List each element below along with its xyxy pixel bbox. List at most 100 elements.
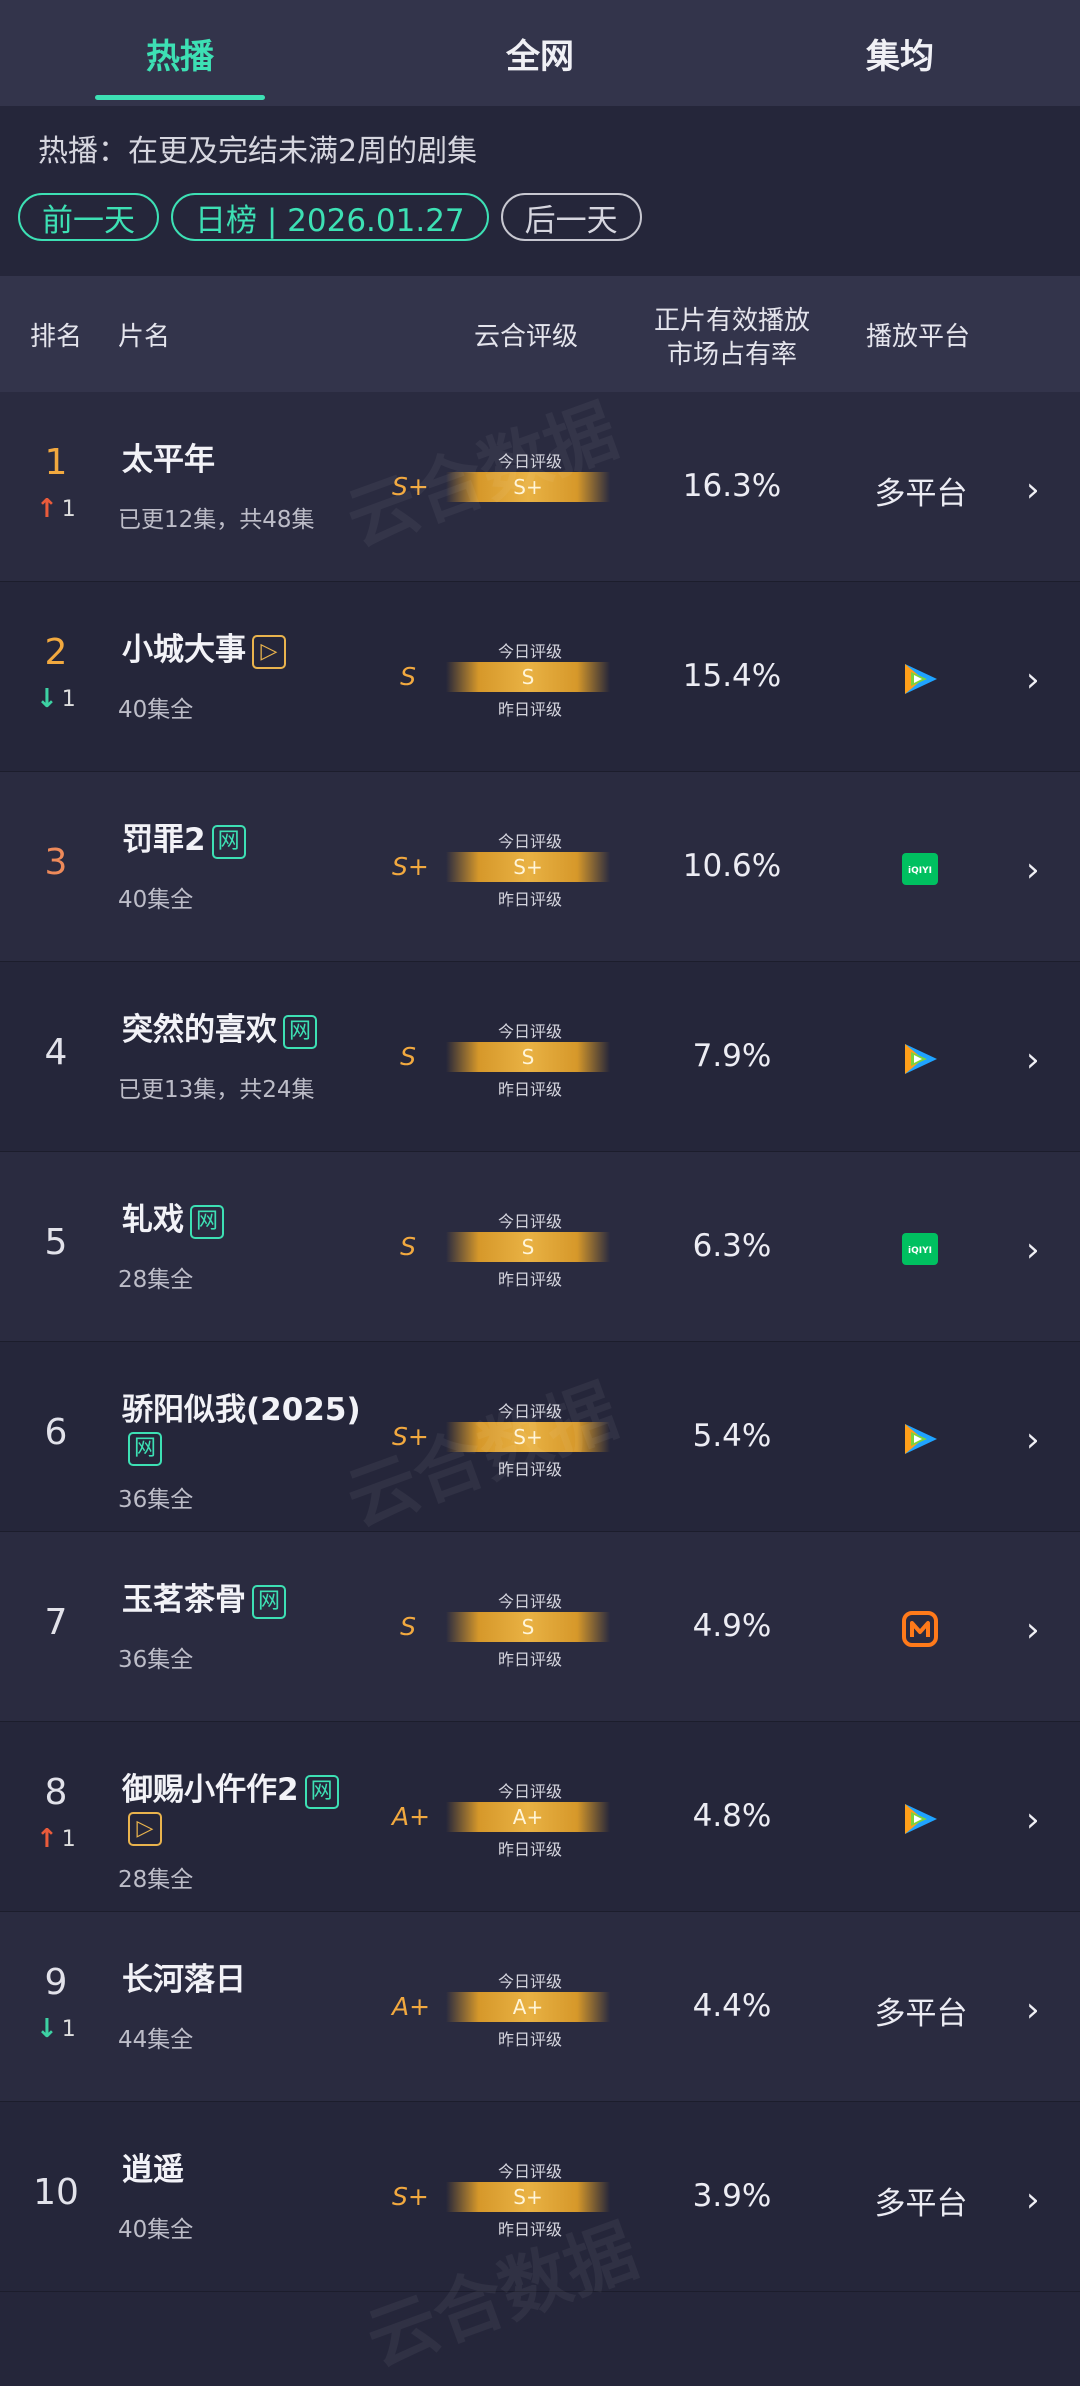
market-share: 10.6% [682,848,782,884]
tencent-video-icon [905,1424,937,1454]
platform-label: 多平台 [874,2186,968,2222]
arrow-up-icon: ↑ [36,1824,58,1854]
chevron-right-icon[interactable]: › [1026,1230,1040,1270]
market-share: 6.3% [692,1228,772,1264]
grade-bar: S+ [446,1422,610,1452]
today-grade-label: 今日评级 [497,1782,562,1801]
header-title: 片名 [118,322,171,352]
rank-number: 2 [44,632,68,673]
show-title: 小城大事 ▷ [122,624,286,669]
yesterday-grade-label: 昨日评级 [497,1270,562,1289]
today-grade-label: 今日评级 [497,642,562,661]
date-picker-button[interactable]: 日榜 | 2026.01.27 [171,193,489,241]
table-header: 排名 片名 云合评级 正片有效播放 市场占有率 播放平台 [0,276,1080,392]
grade-bar: A+ [446,1992,610,2022]
market-share: 3.9% [692,2178,772,2214]
svg-text:iQIYI: iQIYI [908,1246,932,1256]
web-series-tag: 网 [283,1014,317,1049]
show-title-text: 玉茗茶骨 [122,1582,246,1618]
market-share: 15.4% [682,658,782,694]
web-series-tag: 网 [128,1432,162,1466]
header-platform: 播放平台 [866,322,971,352]
table-row[interactable]: 2 ↓ 1 小城大事 ▷ 40集全 S 今日评级 S 昨日评级 15.4% › [0,582,1080,772]
grade-bar: S [446,1042,610,1072]
yesterday-grade-label: 昨日评级 [497,2030,562,2049]
today-grade-label: 今日评级 [497,1212,562,1231]
header-share-line1: 正片有效播放 [653,306,810,336]
grade-bar: S [446,1232,610,1262]
platform-label: 多平台 [874,1996,968,2032]
yesterday-grade-label: 昨日评级 [497,700,562,719]
grade-bar: A+ [446,1802,610,1832]
table-row[interactable]: 3 罚罪2 网 40集全 S+ 今日评级 S+ 昨日评级 10.6% iQIYI › [0,772,1080,962]
chevron-right-icon[interactable]: › [1026,660,1040,700]
market-share: 7.9% [692,1038,772,1074]
table-row[interactable]: 7 玉茗茶骨网 36集全 S 今日评级 S 昨日评级 4.9% › [0,1532,1080,1722]
show-title-text: 御赐小仵作2 [122,1772,299,1808]
tab-episode-average[interactable]: 集均 [720,0,1080,106]
rank-change-value: 1 [61,686,76,712]
show-title-text: 逍遥 [122,2152,184,2188]
episode-info: 已更13集，共24集 [118,1077,315,1103]
next-day-button[interactable]: 后一天 [500,193,642,241]
yesterday-grade: S+ [392,472,429,501]
chevron-right-icon[interactable]: › [1026,1610,1040,1650]
rank-number: 4 [44,1032,68,1073]
chevron-right-icon[interactable]: › [1026,850,1040,890]
vip-tag-icon: ▷ [252,634,286,669]
rank-change: ↓ 1 [36,684,76,714]
show-title-text: 罚罪2 [122,822,206,858]
yesterday-grade: S+ [392,852,429,881]
episode-info: 40集全 [118,2217,194,2243]
show-title-text: 长河落日 [122,1962,246,1998]
yesterday-grade-label: 昨日评级 [497,1080,562,1099]
rank-number: 1 [44,442,68,483]
today-grade-label: 今日评级 [497,832,562,851]
episode-info: 40集全 [118,887,194,913]
grade-bar: S [446,662,610,692]
table-row[interactable]: 1 ↑ 1 太平年 已更12集，共48集 S+ 今日评级 S+ 16.3% 多平台 › [0,392,1080,582]
rank-change: ↓ 1 [36,2014,76,2044]
chevron-right-icon[interactable]: › [1026,2180,1040,2220]
rank-number: 8 [44,1772,68,1813]
tab-all-network[interactable]: 全网 [360,0,720,106]
yesterday-grade: S [400,662,416,691]
table-row[interactable]: 5 轧戏网 28集全 S 今日评级 S 昨日评级 6.3% iQIYI › [0,1152,1080,1342]
table-row[interactable]: 10 逍遥 40集全 S+ 今日评级 S+ 昨日评级 3.9% 多平台 › [0,2102,1080,2292]
web-series-tag: 网 [304,1774,339,1809]
yesterday-grade-label: 昨日评级 [497,1460,562,1479]
date-pills: 前一天 日榜 | 2026.01.27 后一天 [18,193,642,241]
yesterday-grade: S+ [392,1422,429,1451]
market-share: 16.3% [682,468,782,504]
tab-hot[interactable]: 热播 [0,0,360,106]
arrow-down-icon: ↓ [36,2014,58,2044]
rank-number: 6 [44,1412,68,1453]
table-row[interactable]: 6 骄阳似我(2025) 网 36集全 S+ 今日评级 S+ 昨日评级 5.4% › [0,1342,1080,1532]
table-row[interactable]: 9 ↓ 1 长河落日 44集全 A+ 今日评级 A+ 昨日评级 4.4% 多平台 › [0,1912,1080,2102]
header-rank: 排名 [30,322,83,352]
show-title: 轧戏网 [122,1194,224,1239]
rank-number: 7 [44,1602,68,1643]
today-grade-label: 今日评级 [497,2162,562,2181]
show-title: 突然的喜欢网 [122,1004,317,1049]
table-row[interactable]: 4 突然的喜欢网已更13集，共24集 S 今日评级 S 昨日评级 7.9% › [0,962,1080,1152]
yesterday-grade: S [400,1232,416,1261]
table-row[interactable]: 8 ↑ 1 御赐小仵作2 网 ▷ 28集全 A+ 今日评级 A+ 昨日评级 4.8% › [0,1722,1080,1912]
prev-day-button[interactable]: 前一天 [18,193,159,241]
yesterday-grade-label: 昨日评级 [497,890,562,909]
episode-info: 36集全 [118,1647,194,1673]
chevron-right-icon[interactable]: › [1026,1040,1040,1080]
grade-bar: S+ [446,852,610,882]
svg-text:iQIYI: iQIYI [908,866,932,876]
vip-tag-icon: ▷ [128,1812,162,1846]
chevron-right-icon[interactable]: › [1026,1420,1040,1460]
chevron-right-icon[interactable]: › [1026,1990,1040,2030]
iqiyi-icon: iQIYI [902,853,938,885]
mango-tv-icon [902,1611,938,1647]
chevron-right-icon[interactable]: › [1026,1800,1040,1840]
chevron-right-icon[interactable]: › [1026,470,1040,510]
today-grade-label: 今日评级 [497,1022,562,1041]
show-title: 玉茗茶骨网 [122,1574,286,1619]
tab-bar: 热播 全网 集均 [0,0,1080,106]
today-grade-label: 今日评级 [497,452,562,471]
